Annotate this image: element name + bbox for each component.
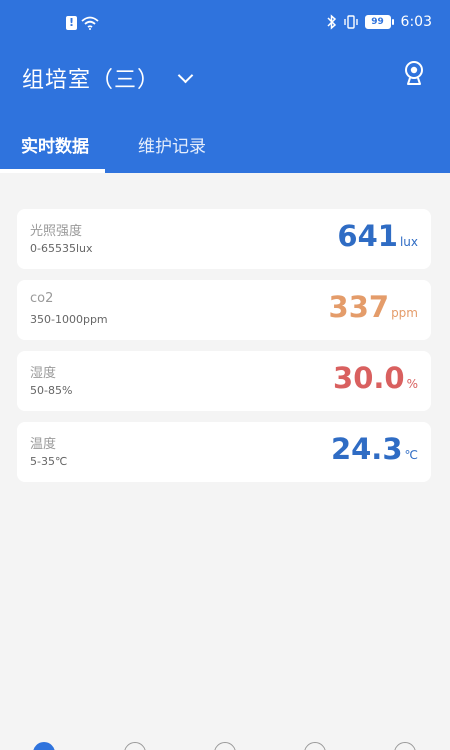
sensor-unit: ppm [391,306,418,320]
nav-item-icon[interactable] [214,742,236,750]
sensor-value-group: 337 ppm [329,290,418,324]
sensor-name: 湿度 [30,366,57,381]
sensor-card-light[interactable]: 光照强度 0-65535lux 641 lux [17,209,431,269]
sensor-unit: ℃ [404,448,418,462]
tab-maintenance-records[interactable]: 维护记录 [138,132,206,157]
sensor-range: 50-85% [30,384,73,397]
vibrate-icon [343,15,358,29]
alert-icon: ! [66,16,77,30]
tab-bar: 实时数据 维护记录 [0,120,450,173]
bottom-nav [0,738,450,750]
sensor-range: 0-65535lux [30,242,93,255]
sensor-name: co2 [30,291,54,306]
tab-realtime-data[interactable]: 实时数据 [21,132,89,157]
sensor-value-group: 24.3 ℃ [331,432,418,466]
sensor-value-group: 30.0 % [333,361,418,395]
sensor-value-group: 641 lux [337,219,418,253]
clock-time: 6:03 [400,14,432,30]
sensor-card-co2[interactable]: co2 350-1000ppm 337 ppm [17,280,431,340]
sensor-card-humidity[interactable]: 湿度 50-85% 30.0 % [17,351,431,411]
nav-profile-icon[interactable] [394,742,416,750]
status-left: ! [66,16,99,30]
sensor-card-list: 光照强度 0-65535lux 641 lux co2 350-1000ppm … [17,209,431,493]
sensor-value: 337 [328,290,390,324]
camera-icon[interactable] [404,60,424,90]
nav-item-icon[interactable] [304,742,326,750]
app-header: ! 99 6:03 组培室（三） 实时数据 维护记录 [0,0,450,173]
page-title[interactable]: 组培室（三） [22,62,160,94]
wifi-icon [81,16,99,30]
sensor-value: 24.3 [330,432,403,466]
sensor-unit: lux [399,235,418,249]
status-bar: ! 99 6:03 [0,0,450,52]
chevron-down-icon[interactable] [177,67,194,83]
battery-icon: 99 [364,15,394,29]
title-row[interactable]: 组培室（三） [22,62,194,94]
sensor-unit: % [406,377,418,391]
sensor-name: 光照强度 [30,224,83,239]
nav-item-icon[interactable] [124,742,146,750]
bluetooth-icon [327,14,336,30]
sensor-card-temperature[interactable]: 温度 5-35℃ 24.3 ℃ [17,422,431,482]
sensor-name: 温度 [30,437,57,452]
nav-home-icon[interactable] [33,742,55,750]
sensor-range: 350-1000ppm [30,313,108,326]
status-right: 99 6:03 [327,14,432,30]
sensor-range: 5-35℃ [30,455,68,468]
sensor-value: 30.0 [333,361,405,395]
sensor-value: 641 [337,219,398,253]
tab-indicator [0,169,105,173]
